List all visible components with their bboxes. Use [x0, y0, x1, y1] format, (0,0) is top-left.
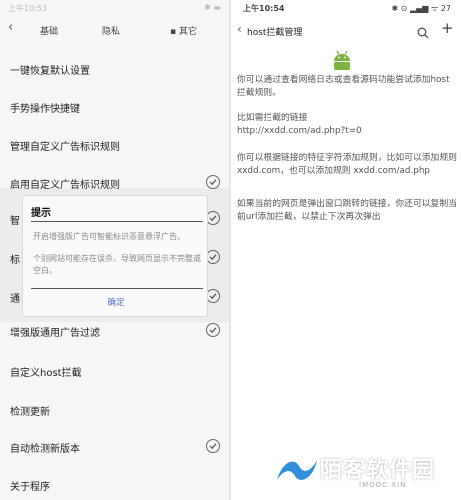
- confirm-button[interactable]: 确定: [23, 296, 209, 308]
- dialog-message-2: 个别网站可能存在误杀，导致网页显示不完整或空白。: [33, 254, 201, 275]
- settings-row-label: 关于程序: [10, 482, 50, 493]
- check-icon[interactable]: [206, 439, 220, 453]
- popup-hint-text: 如果当前的网页是弹出窗口跳转的链接，你还可以复制当前url添加拦截，以禁止下次再…: [237, 199, 457, 222]
- settings-row-label: 增强版通用广告过滤: [10, 328, 100, 339]
- settings-header: ‹ 基础 隐私 ▪ 其它: [0, 14, 229, 42]
- add-icon[interactable]: +: [441, 19, 454, 37]
- dialog-title: 提示: [31, 208, 51, 219]
- tab-other-label: 其它: [178, 27, 197, 37]
- status-icons: ✱ ⊙ ▂▄▆ ᯤ 27: [391, 4, 451, 13]
- watermark-text: 陌客软件园: [320, 458, 436, 483]
- settings-row-label: 自动检测新版本: [10, 444, 80, 455]
- page-title: host拦截管理: [247, 28, 303, 38]
- rule-hint-text: 你可以根据链接的特征字符添加规则，比如可以添加规则xxdd.com，也可以添加规…: [237, 153, 457, 176]
- tab-other-marker: ▪: [170, 27, 179, 37]
- settings-row-label: 管理自定义广告标识规则: [10, 142, 120, 153]
- tab-other[interactable]: ▪ 其它: [170, 24, 197, 37]
- settings-row-label: 自定义host拦截: [10, 368, 82, 379]
- status-time: 上午10:53: [8, 4, 48, 13]
- watermark-logo: [275, 456, 319, 490]
- android-icon: [331, 50, 353, 74]
- check-icon[interactable]: [206, 175, 220, 189]
- tab-privacy[interactable]: 隐私: [102, 24, 120, 37]
- example-label: 比如需拦截的链接: [237, 113, 308, 123]
- host-header: ‹ host拦截管理 +: [231, 18, 461, 44]
- check-icon[interactable]: [206, 323, 220, 337]
- tab-basic[interactable]: 基础: [40, 24, 58, 37]
- dialog-message-1: 开启增强版广告可智能标识恶意悬浮广告。: [33, 232, 185, 241]
- back-arrow-icon[interactable]: ‹: [8, 20, 13, 35]
- watermark-sub: IMOOC.XIN: [359, 481, 407, 489]
- dialog-divider: [31, 221, 203, 222]
- intro-text: 你可以通过查看网络日志或查看源码功能尝试添加host拦截规则。: [237, 75, 450, 98]
- example-url: http://xxdd.com/ad.php?t=0: [237, 126, 362, 136]
- status-icons: ✱ ▬: [204, 3, 221, 12]
- search-icon[interactable]: [417, 24, 429, 43]
- left-settings-screen: 上午10:53 ✱ ▬ ‹ 基础 隐私 ▪ 其它 一键恢复默认设置 手势操作快捷键…: [0, 0, 229, 500]
- dialog-divider-bottom: [31, 288, 203, 289]
- settings-row-label: 检测更新: [10, 407, 50, 418]
- settings-row-label: 一键恢复默认设置: [10, 66, 90, 77]
- settings-row-label: 手势操作快捷键: [10, 104, 80, 115]
- back-arrow-icon[interactable]: ‹: [237, 22, 242, 36]
- prompt-dialog: 提示 开启增强版广告可智能标识恶意悬浮广告。 个别网站可能存在误杀，导致网页显示…: [22, 195, 208, 317]
- host-block-screen: 上午10:54 ✱ ⊙ ▂▄▆ ᯤ 27 ‹ host拦截管理 + 你可以通过查…: [231, 0, 461, 500]
- status-time: 上午10:54: [243, 4, 285, 13]
